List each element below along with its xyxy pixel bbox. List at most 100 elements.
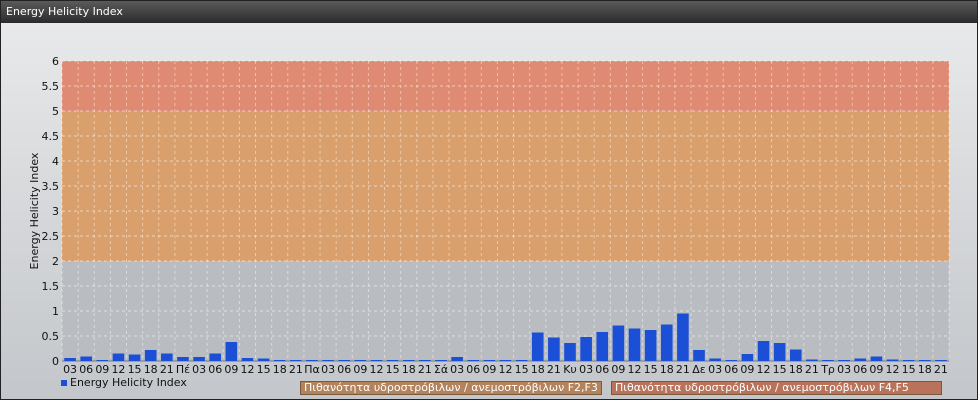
y-tick-label-0: 0: [52, 355, 59, 368]
x-tick-label-26: 09: [482, 363, 496, 376]
legend-swatch: [61, 380, 67, 386]
bar-24[interactable]: [451, 357, 463, 361]
bar-44[interactable]: [773, 343, 786, 361]
bar-18[interactable]: [354, 360, 367, 361]
bar-30[interactable]: [548, 337, 560, 362]
bar-37[interactable]: [660, 324, 673, 362]
x-tick-label-47: Τρ: [820, 363, 835, 376]
x-tick-label-1: 06: [79, 363, 93, 376]
bar-50[interactable]: [870, 356, 883, 362]
x-tick-label-8: 03: [192, 363, 206, 376]
chart-svg: 00.511.522.533.544.555.56 03 06 09 12 15 18 21…: [28, 55, 950, 376]
x-tick-label-19: 12: [369, 363, 383, 376]
x-tick-label-13: 18: [273, 363, 287, 376]
bar-52[interactable]: [902, 360, 915, 361]
x-tick-label-28: 15: [515, 363, 529, 376]
bar-14[interactable]: [290, 360, 302, 361]
x-tick-label-23: Σά: [434, 363, 448, 376]
x-tick-label-46: 21: [805, 363, 819, 376]
bar-28[interactable]: [515, 360, 528, 361]
bar-10[interactable]: [225, 342, 238, 361]
bar-33[interactable]: [596, 332, 609, 361]
x-tick-label-27: 12: [499, 363, 513, 376]
bar-1[interactable]: [80, 356, 92, 362]
bar-4[interactable]: [128, 354, 141, 362]
bar-32[interactable]: [580, 337, 592, 361]
bar-16[interactable]: [322, 360, 334, 361]
x-tick-label-41: 06: [724, 363, 738, 376]
bar-0[interactable]: [64, 358, 76, 361]
legend-band-f2f3-label: Πιθανότητα υδροστρόβιλων / ανεμοστρόβιλω…: [304, 381, 598, 394]
x-tick-label-7: Πέ: [176, 363, 190, 376]
x-tick-label-44: 15: [773, 363, 787, 376]
bar-39[interactable]: [693, 350, 705, 361]
title-bar: Energy Helicity Index: [1, 1, 977, 23]
x-tick-label-49: 06: [853, 363, 867, 376]
bar-8[interactable]: [193, 357, 205, 361]
x-tick-label-3: 12: [111, 363, 125, 376]
x-tick-label-16: 03: [321, 363, 335, 376]
bar-21[interactable]: [402, 360, 415, 361]
y-tick-label-5: 2.5: [42, 230, 60, 243]
x-tick-label-33: 06: [595, 363, 609, 376]
bar-17[interactable]: [338, 360, 351, 361]
chart-window: Energy Helicity Index 0 0.5 1 1.5 2 2.5 3 3.5 4 4…: [0, 0, 978, 400]
bar-13[interactable]: [273, 360, 286, 361]
bar-25[interactable]: [467, 360, 480, 361]
y-tick-label-12: 6: [52, 55, 59, 68]
bar-12[interactable]: [257, 358, 270, 362]
x-tick-label-54: 21: [934, 363, 948, 376]
bar-46[interactable]: [806, 359, 818, 362]
bar-51[interactable]: [886, 359, 899, 362]
x-tick-label-48: 03: [837, 363, 851, 376]
legend-series[interactable]: Energy Helicity Index: [61, 376, 187, 390]
bar-20[interactable]: [386, 360, 399, 361]
bar-23[interactable]: [435, 360, 447, 361]
y-tick-label-9: 4.5: [42, 130, 60, 143]
x-tick-label-34: 09: [611, 363, 625, 376]
y-tick-label-4: 2: [52, 255, 59, 268]
x-tick-label-9: 06: [208, 363, 222, 376]
y-tick-label-6: 3: [52, 205, 59, 218]
bar-9[interactable]: [209, 353, 222, 362]
bar-3[interactable]: [112, 353, 125, 362]
bar-49[interactable]: [854, 358, 867, 362]
bar-41[interactable]: [725, 360, 738, 361]
bar-2[interactable]: [96, 360, 109, 361]
x-tick-label-29: 18: [531, 363, 545, 376]
x-tick-label-24: 03: [450, 363, 464, 376]
bar-19[interactable]: [370, 360, 383, 361]
x-tick-label-43: 12: [757, 363, 771, 376]
bar-35[interactable]: [628, 328, 641, 362]
bar-53[interactable]: [919, 360, 931, 361]
x-tick-label-40: 03: [708, 363, 722, 376]
bar-6[interactable]: [161, 353, 173, 362]
x-tick-label-50: 09: [869, 363, 883, 376]
legend-band-f2f3: Πιθανότητα υδροστρόβιλων / ανεμοστρόβιλω…: [300, 381, 602, 395]
bar-22[interactable]: [419, 360, 431, 361]
bar-45[interactable]: [789, 349, 802, 362]
x-tick-label-22: 21: [418, 363, 432, 376]
x-tick-label-37: 18: [660, 363, 674, 376]
bar-36[interactable]: [644, 330, 657, 361]
bar-47[interactable]: [822, 360, 834, 361]
bar-40[interactable]: [709, 358, 721, 362]
bar-27[interactable]: [499, 360, 512, 361]
bar-26[interactable]: [483, 360, 496, 361]
bar-54[interactable]: [935, 360, 947, 361]
x-tick-label-45: 18: [789, 363, 803, 376]
bar-5[interactable]: [144, 350, 157, 361]
bar-42[interactable]: [741, 354, 754, 361]
bar-11[interactable]: [241, 358, 254, 361]
bar-48[interactable]: [838, 360, 850, 361]
bar-43[interactable]: [757, 341, 770, 361]
chart-area: 0 0.5 1 1.5 2 2.5 3 3.5 4 4.5 5 5.5 6 03 06 09 12 15 18 21…: [1, 23, 977, 399]
bar-29[interactable]: [531, 332, 544, 362]
bar-7[interactable]: [177, 357, 189, 361]
bar-31[interactable]: [564, 343, 576, 361]
bar-15[interactable]: [306, 360, 318, 361]
bar-34[interactable]: [612, 325, 625, 362]
legend-band-f4f5-label: Πιθανότητα υδροστρόβιλων / ανεμοστρόβιλω…: [615, 381, 909, 394]
y-tick-label-1: 0.5: [42, 330, 60, 343]
bar-38[interactable]: [677, 313, 689, 362]
